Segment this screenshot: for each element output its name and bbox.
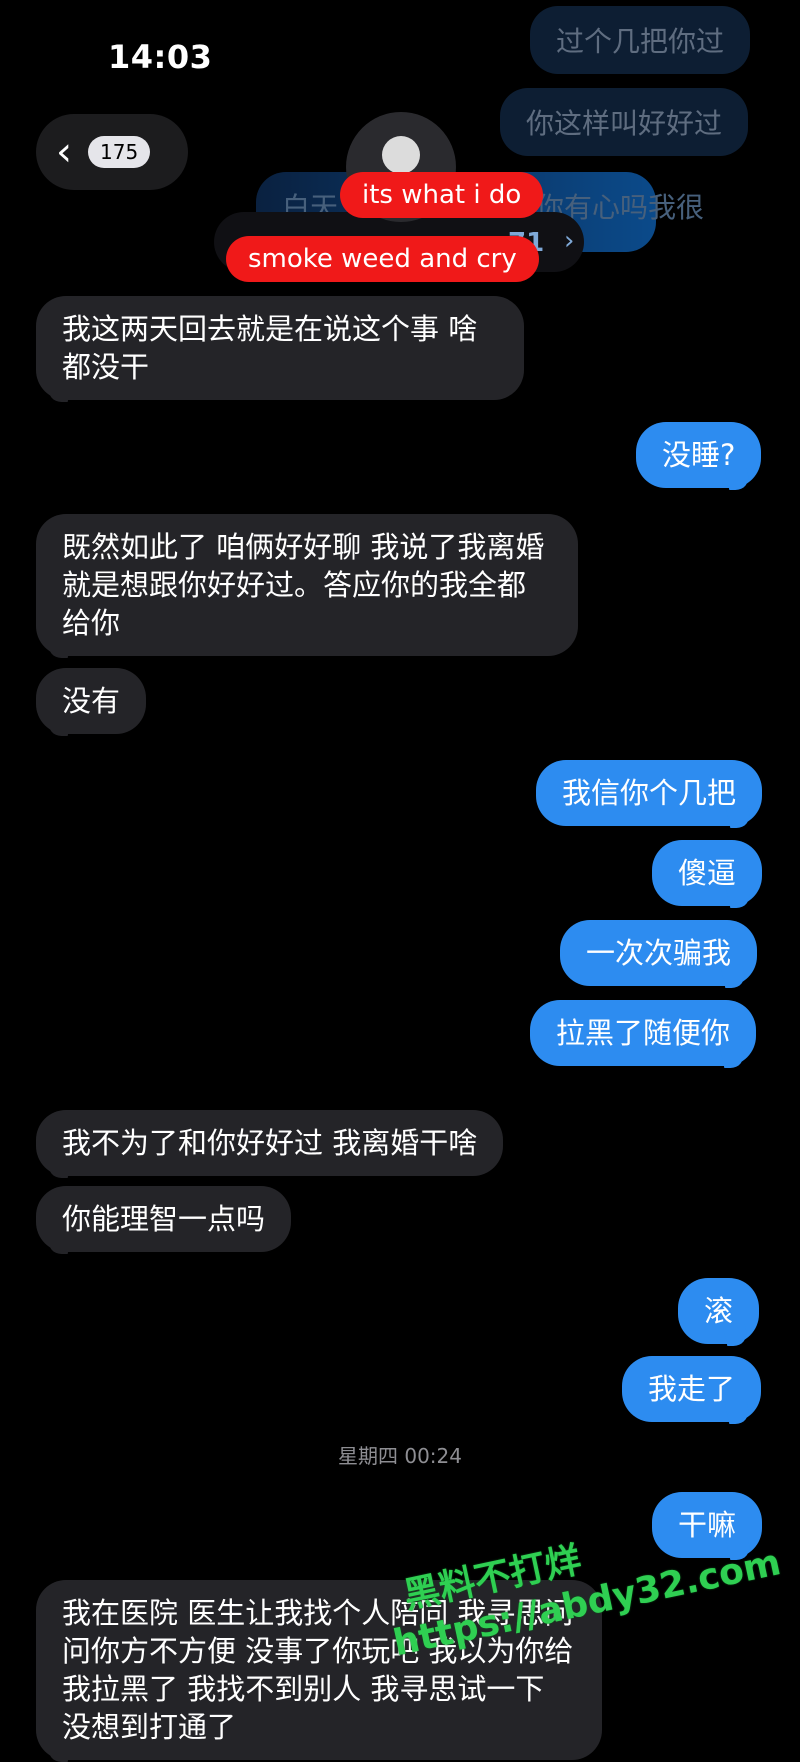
- faded-message: 你这样叫好好过: [500, 88, 749, 156]
- back-button[interactable]: ‹ 175: [36, 114, 188, 190]
- chevron-right-icon: ›: [564, 226, 575, 256]
- outgoing-message: 拉黑了随便你: [530, 1000, 757, 1066]
- timestamp: 星期四 00:24: [338, 1444, 462, 1468]
- outgoing-message: 没睡?: [636, 422, 762, 488]
- incoming-message: 既然如此了 咱俩好好聊 我说了我离婚就是想跟你好好过。答应你的我全都给你: [36, 514, 578, 656]
- incoming-message: 我不为了和你好好过 我离婚干啥: [36, 1110, 504, 1176]
- outgoing-message: 一次次骗我: [560, 920, 758, 986]
- faded-message: 过个几把你过: [530, 6, 751, 74]
- incoming-message: 我这两天回去就是在说这个事 啥都没干: [36, 296, 524, 400]
- sticker-caption: smoke weed and cry: [226, 236, 539, 282]
- status-time: 14:03: [108, 38, 213, 76]
- unread-badge: 175: [88, 136, 151, 168]
- outgoing-message: 我走了: [622, 1356, 762, 1422]
- incoming-message: 没有: [36, 668, 147, 734]
- sticker-caption: its what i do: [340, 172, 544, 218]
- outgoing-message: 我信你个几把: [536, 760, 763, 826]
- chevron-left-icon: ‹: [56, 129, 72, 175]
- outgoing-message: 滚: [678, 1278, 760, 1344]
- incoming-message: 你能理智一点吗: [36, 1186, 292, 1252]
- outgoing-message: 傻逼: [652, 840, 763, 906]
